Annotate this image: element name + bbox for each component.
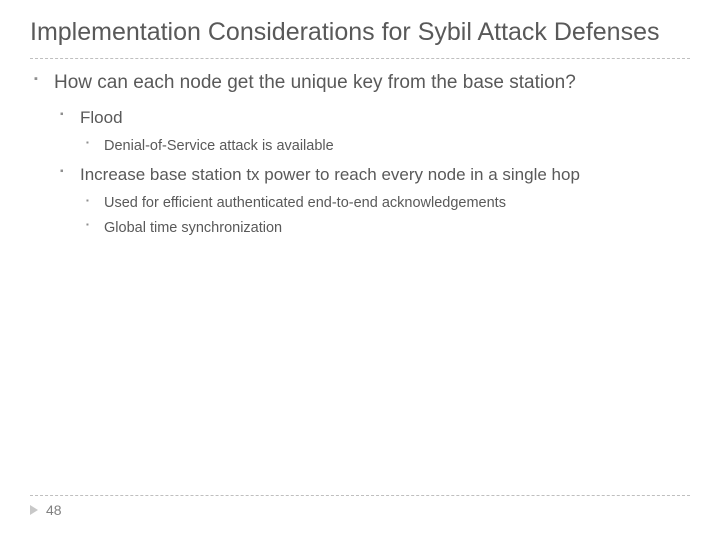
bullet-l1-text: How can each node get the unique key fro… xyxy=(54,72,576,93)
page-number: 48 xyxy=(46,502,62,518)
footer-row: 48 xyxy=(30,502,690,518)
bullet-l3-dos-text: Denial-of-Service attack is available xyxy=(104,138,334,154)
bullet-l2-flood-text: Flood xyxy=(80,108,123,127)
bullet-l2-flood: Flood Denial-of-Service attack is availa… xyxy=(54,107,690,156)
bullet-l3-sync: Global time synchronization xyxy=(80,218,690,238)
bullet-l3-dos: Denial-of-Service attack is available xyxy=(80,136,690,156)
title-divider xyxy=(30,58,690,59)
page-marker-icon xyxy=(30,505,38,515)
bullet-l2-txpower: Increase base station tx power to reach … xyxy=(54,164,690,238)
bullet-l3-sync-text: Global time synchronization xyxy=(104,220,282,236)
slide-title: Implementation Considerations for Sybil … xyxy=(30,18,690,48)
slide-footer: 48 xyxy=(0,495,720,518)
bullet-l1: How can each node get the unique key fro… xyxy=(30,71,690,238)
slide-content: How can each node get the unique key fro… xyxy=(30,71,690,238)
bullet-l3-ack-text: Used for efficient authenticated end-to-… xyxy=(104,195,506,211)
bullet-l2-txpower-text: Increase base station tx power to reach … xyxy=(80,165,580,184)
footer-divider xyxy=(30,495,690,496)
slide: Implementation Considerations for Sybil … xyxy=(0,0,720,540)
bullet-l3-ack: Used for efficient authenticated end-to-… xyxy=(80,193,690,213)
